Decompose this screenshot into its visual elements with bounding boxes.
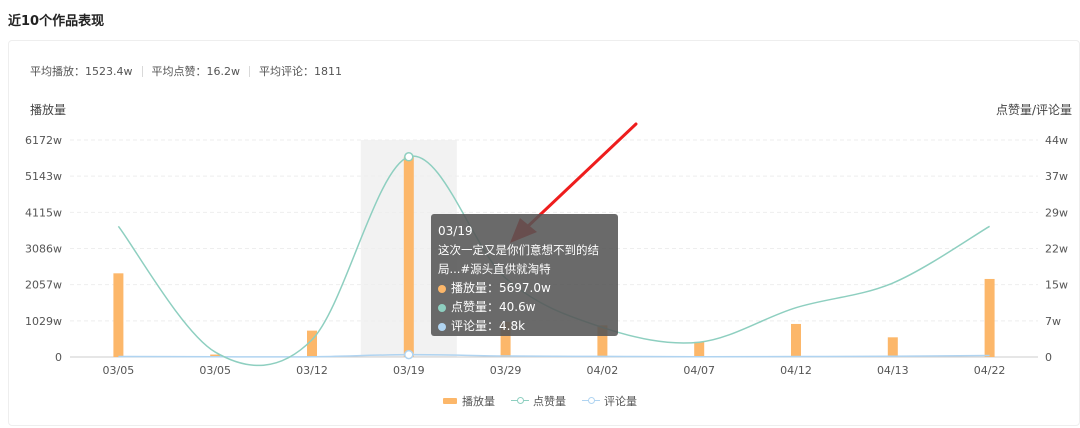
left-tick-label: 1029w	[25, 315, 62, 328]
bar-swatch-icon	[443, 398, 457, 404]
bar-play	[791, 323, 801, 357]
tooltip-title-line: 这次一定又是你们意想不到的结	[438, 243, 599, 257]
bar-play	[403, 156, 414, 357]
x-tick-label: 04/22	[974, 364, 1006, 377]
bar-play	[984, 278, 995, 357]
tooltip-label: 点赞量：	[451, 300, 500, 314]
x-tick-label: 04/12	[780, 364, 812, 377]
legend-item-comment[interactable]: 评论量	[582, 393, 637, 409]
legend-item-play[interactable]: 播放量	[443, 393, 495, 409]
x-tick-label: 04/07	[683, 364, 715, 377]
point-like	[404, 152, 414, 162]
tooltip-date: 03/19	[438, 224, 473, 238]
chart-legend: 播放量 点赞量 评论量	[0, 393, 1080, 409]
chart-tooltip: 03/19 这次一定又是你们意想不到的结 局...#源头直供就淘特 播放量： 5…	[431, 214, 618, 336]
left-tick-label: 0	[55, 351, 62, 364]
play-dot-icon	[438, 284, 446, 293]
tooltip-value: 40.6w	[499, 300, 536, 314]
bar-play	[694, 341, 705, 357]
left-tick-label: 3086w	[25, 243, 62, 256]
tooltip-row-comment: 评论量： 4.8k	[438, 317, 611, 336]
x-tick-label: 03/05	[199, 364, 231, 377]
tooltip-label: 播放量：	[451, 281, 500, 295]
bar-play	[887, 337, 898, 357]
legend-label: 评论量	[604, 395, 637, 408]
right-tick-label: 22w	[1045, 243, 1068, 256]
legend-label: 播放量	[462, 395, 495, 408]
right-tick-label: 44w	[1045, 134, 1068, 147]
comment-dot-icon	[438, 322, 446, 331]
line-swatch-icon	[511, 396, 529, 406]
x-tick-label: 04/02	[587, 364, 619, 377]
x-tick-label: 03/05	[103, 364, 135, 377]
line-comment	[118, 353, 990, 358]
right-tick-label: 15w	[1045, 279, 1068, 292]
tooltip-value: 5697.0w	[499, 281, 551, 295]
tooltip-row-play: 播放量： 5697.0w	[438, 279, 611, 298]
left-tick-label: 5143w	[25, 170, 62, 183]
right-tick-label: 7w	[1045, 315, 1061, 328]
x-tick-label: 03/19	[393, 364, 425, 377]
line-swatch-icon	[582, 396, 600, 406]
like-dot-icon	[438, 303, 446, 312]
tooltip-title-line: 局...#源头直供就淘特	[438, 262, 551, 276]
right-tick-label: 37w	[1045, 170, 1068, 183]
tooltip-label: 评论量：	[451, 319, 500, 333]
left-tick-label: 4115w	[25, 206, 62, 219]
x-tick-label: 03/29	[490, 364, 522, 377]
point-comment	[404, 349, 414, 360]
x-tick-label: 04/13	[877, 364, 909, 377]
tooltip-row-like: 点赞量： 40.6w	[438, 298, 611, 317]
right-tick-label: 0	[1045, 351, 1052, 364]
left-tick-label: 6172w	[25, 134, 62, 147]
left-tick-label: 2057w	[25, 279, 62, 292]
tooltip-value: 4.8k	[499, 319, 526, 333]
bar-play	[113, 273, 124, 357]
right-tick-label: 29w	[1045, 206, 1068, 219]
legend-label: 点赞量	[533, 395, 566, 408]
legend-item-like[interactable]: 点赞量	[511, 393, 566, 409]
x-tick-label: 03/12	[296, 364, 328, 377]
